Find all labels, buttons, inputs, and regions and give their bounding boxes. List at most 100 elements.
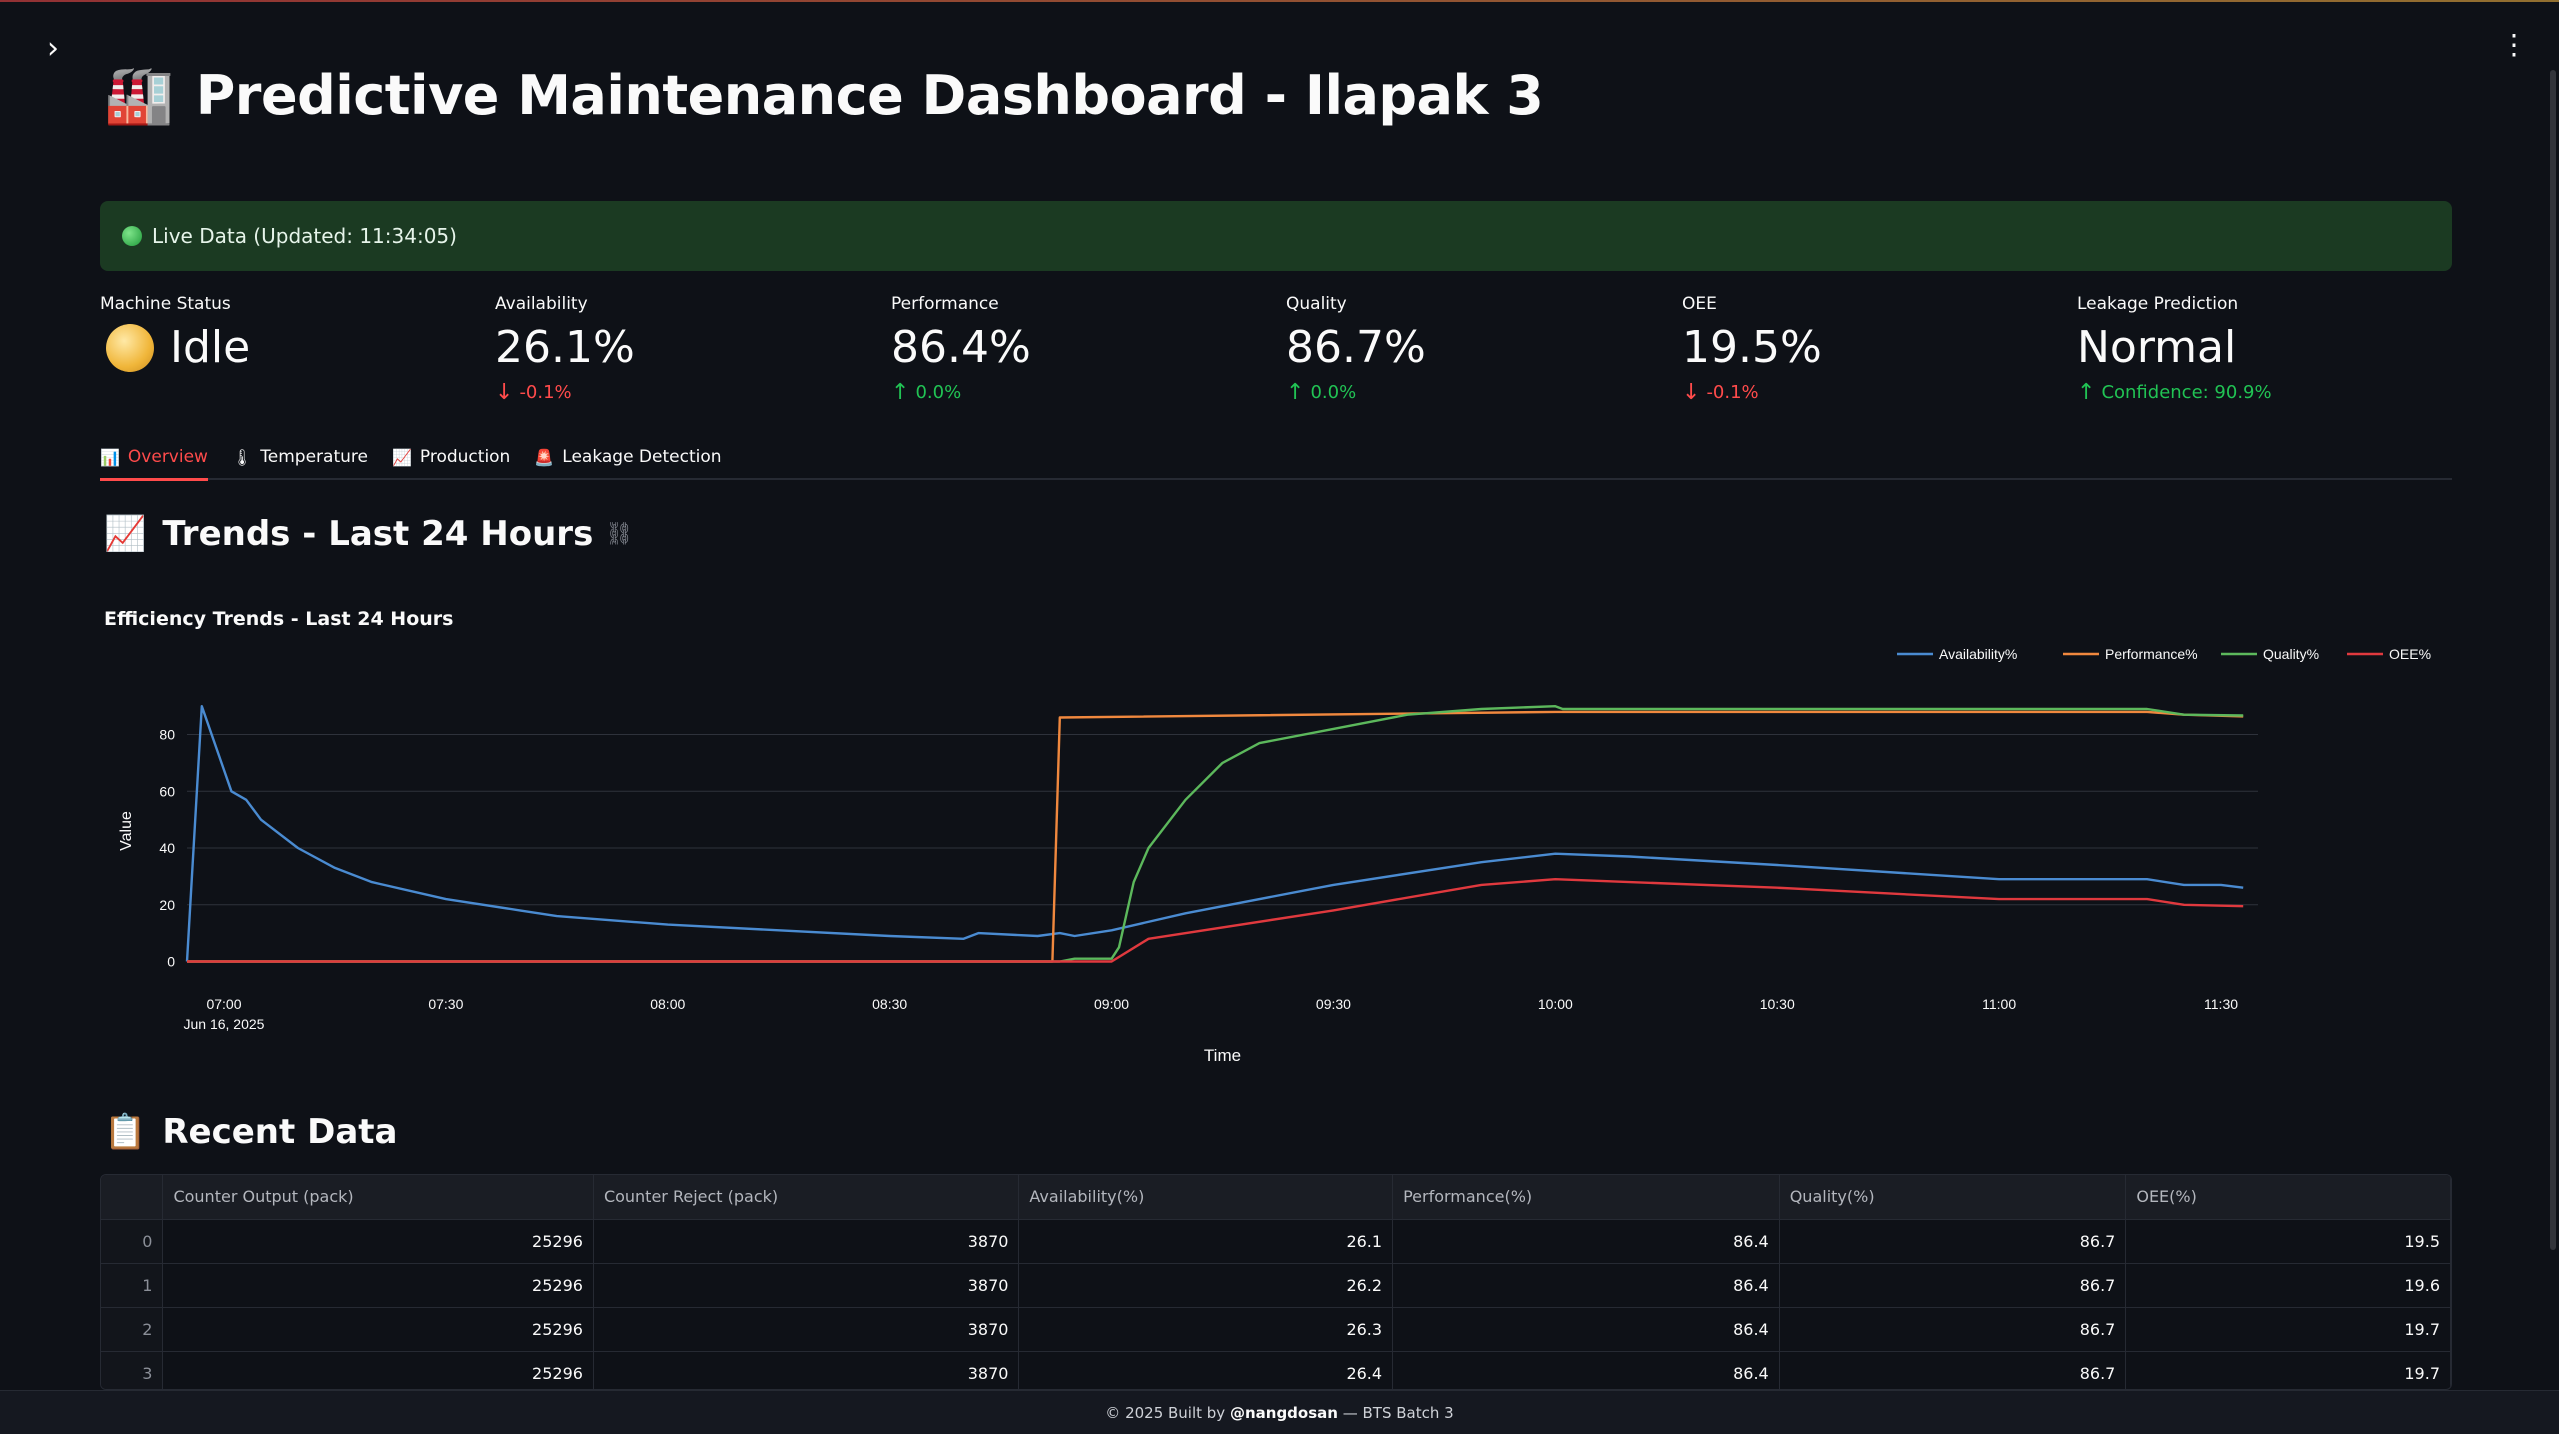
column-header-index[interactable] [101,1175,164,1220]
page-title: Predictive Maintenance Dashboard - Ilapa… [195,63,1544,127]
arrow-down-icon: ↓ [495,380,514,406]
tab-bar: 📊 Overview 🌡 Temperature 📈 Production 🚨 … [100,436,2452,481]
table-cell[interactable]: 25296 [162,1263,594,1308]
x-tick-label: 11:00 [1982,996,2016,1012]
metric-oee: OEE 19.5% ↓ -0.1% [1682,294,2042,405]
metric-delta-text: -0.1% [1706,382,1759,404]
table-cell[interactable]: 19.6 [2125,1263,2451,1308]
metric-value: 19.5% [1682,322,1822,373]
page-footer: © 2025 Built by @nangdosan — BTS Batch 3 [0,1390,2559,1434]
metric-availability: Availability 26.1% ↓ -0.1% [495,294,855,405]
y-axis-title: Value [118,811,135,851]
table-cell[interactable]: 19.7 [2125,1351,2451,1389]
legend-label: Performance% [2105,646,2198,662]
table-cell[interactable]: 25296 [162,1307,594,1352]
arrow-up-icon: ↑ [1286,380,1305,406]
metric-value: Normal [2077,322,2237,373]
tab-label: Overview [127,447,208,467]
efficiency-trends-chart[interactable]: 0 20 40 60 80 07:00 07:30 08:00 08:30 09:00 09:30 1… [100,630,2452,1070]
column-header[interactable]: Quality(%) [1779,1175,2127,1220]
metric-machine-status: Machine Status Idle [100,294,460,373]
metric-value: 86.4% [891,322,1031,373]
table-cell[interactable]: 86.7 [1779,1263,2127,1308]
table-cell[interactable]: 3870 [593,1351,1020,1389]
live-data-banner: Live Data (Updated: 11:34:05) [100,201,2452,271]
arrow-up-icon: ↑ [2077,380,2096,406]
metric-delta: ↑ 0.0% [891,380,1251,405]
recent-data-table[interactable]: Counter Output (pack) Counter Reject (pa… [100,1174,2452,1390]
tab-temperature[interactable]: 🌡 Temperature [232,436,368,478]
tab-production[interactable]: 📈 Production [392,436,510,478]
column-header[interactable]: Performance(%) [1392,1175,1780,1220]
metric-label: Leakage Prediction [2077,294,2239,314]
y-tick-label: 60 [159,783,175,799]
series-line-oee [187,878,2244,963]
column-header[interactable]: Availability(%) [1018,1175,1394,1220]
table-cell[interactable]: 86.4 [1392,1219,1780,1264]
table-cell[interactable]: 86.4 [1392,1351,1780,1389]
column-header[interactable]: OEE(%) [2125,1175,2451,1220]
bar-chart-icon: 📊 [100,447,120,467]
table-cell[interactable]: 26.4 [1018,1351,1394,1389]
x-tick-label: 07:00 [206,996,241,1012]
series-line-performance [187,710,2244,963]
page-header: 🏭 Predictive Maintenance Dashboard - Ila… [104,60,1544,130]
y-tick-label: 40 [159,840,175,856]
arrow-up-icon: ↑ [891,380,910,406]
sidebar-expand-chevron-icon[interactable]: › [38,34,68,64]
anchor-link-icon[interactable]: ⛓ [605,522,633,547]
tab-label: Leakage Detection [562,447,722,467]
table-row: 3 25296 3870 26.4 86.4 86.7 19.7 [101,1351,2451,1389]
column-header[interactable]: Counter Reject (pack) [593,1175,1020,1220]
y-tick-label: 20 [159,897,175,913]
table-cell[interactable]: 26.3 [1018,1307,1394,1352]
table-cell[interactable]: 86.4 [1392,1307,1780,1352]
x-tick-label: 07:30 [428,996,463,1012]
table-cell[interactable]: 19.7 [2125,1307,2451,1352]
siren-icon: 🚨 [534,447,555,467]
table-cell[interactable]: 86.7 [1779,1219,2127,1264]
table-cell[interactable]: 86.7 [1779,1351,2127,1389]
table-cell[interactable]: 3870 [593,1219,1020,1264]
metric-label: Machine Status [100,294,231,314]
metric-label: OEE [1682,294,1717,314]
page-scrollbar[interactable] [2550,70,2556,1250]
tab-overview[interactable]: 📊 Overview [100,436,208,481]
metric-value: Idle [100,323,460,373]
footer-author[interactable]: @nangdosan [1230,1404,1338,1422]
table-cell[interactable]: 3870 [593,1263,1020,1308]
table-row: 0 25296 3870 26.1 86.4 86.7 19.5 [101,1219,2451,1264]
tab-leakage-detection[interactable]: 🚨 Leakage Detection [534,436,721,478]
table-cell[interactable]: 26.2 [1018,1263,1394,1308]
main-menu-dots-icon[interactable]: ⋮ [2500,30,2528,60]
table-cell[interactable]: 26.1 [1018,1219,1394,1264]
metric-delta: ↓ -0.1% [495,380,855,405]
metric-label: Quality [1286,294,1347,314]
clipboard-icon: 📋 [104,1112,147,1152]
x-tick-label: 09:00 [1094,996,1129,1012]
table-cell[interactable]: 25296 [162,1351,594,1389]
column-header[interactable]: Counter Output (pack) [162,1175,594,1220]
table-header-row: Counter Output (pack) Counter Reject (pa… [101,1175,2451,1220]
row-index: 1 [101,1263,164,1308]
recent-data-section-header: 📋 Recent Data [104,1112,397,1152]
x-tick-label: 09:30 [1316,996,1351,1012]
table-cell[interactable]: 25296 [162,1219,594,1264]
tab-label: Production [419,447,511,467]
table-cell[interactable]: 19.5 [2125,1219,2451,1264]
metric-value: 86.7% [1286,322,1426,373]
recent-data-title: Recent Data [162,1112,398,1152]
x-tick-label: 11:30 [2204,996,2238,1012]
chart-title: Efficiency Trends - Last 24 Hours [104,608,454,630]
metric-delta: ↑ 0.0% [1286,380,1646,405]
metric-leakage-prediction: Leakage Prediction Normal ↑ Confidence: … [2077,294,2437,405]
chart-increasing-icon: 📈 [104,514,147,554]
table-cell[interactable]: 3870 [593,1307,1020,1352]
table-cell[interactable]: 86.4 [1392,1263,1780,1308]
tab-label: Temperature [260,447,368,467]
metric-delta-text: -0.1% [519,382,572,404]
metric-value: 26.1% [495,322,635,373]
table-cell[interactable]: 86.7 [1779,1307,2127,1352]
series-line-availability [185,705,2244,962]
table-row: 2 25296 3870 26.3 86.4 86.7 19.7 [101,1307,2451,1352]
